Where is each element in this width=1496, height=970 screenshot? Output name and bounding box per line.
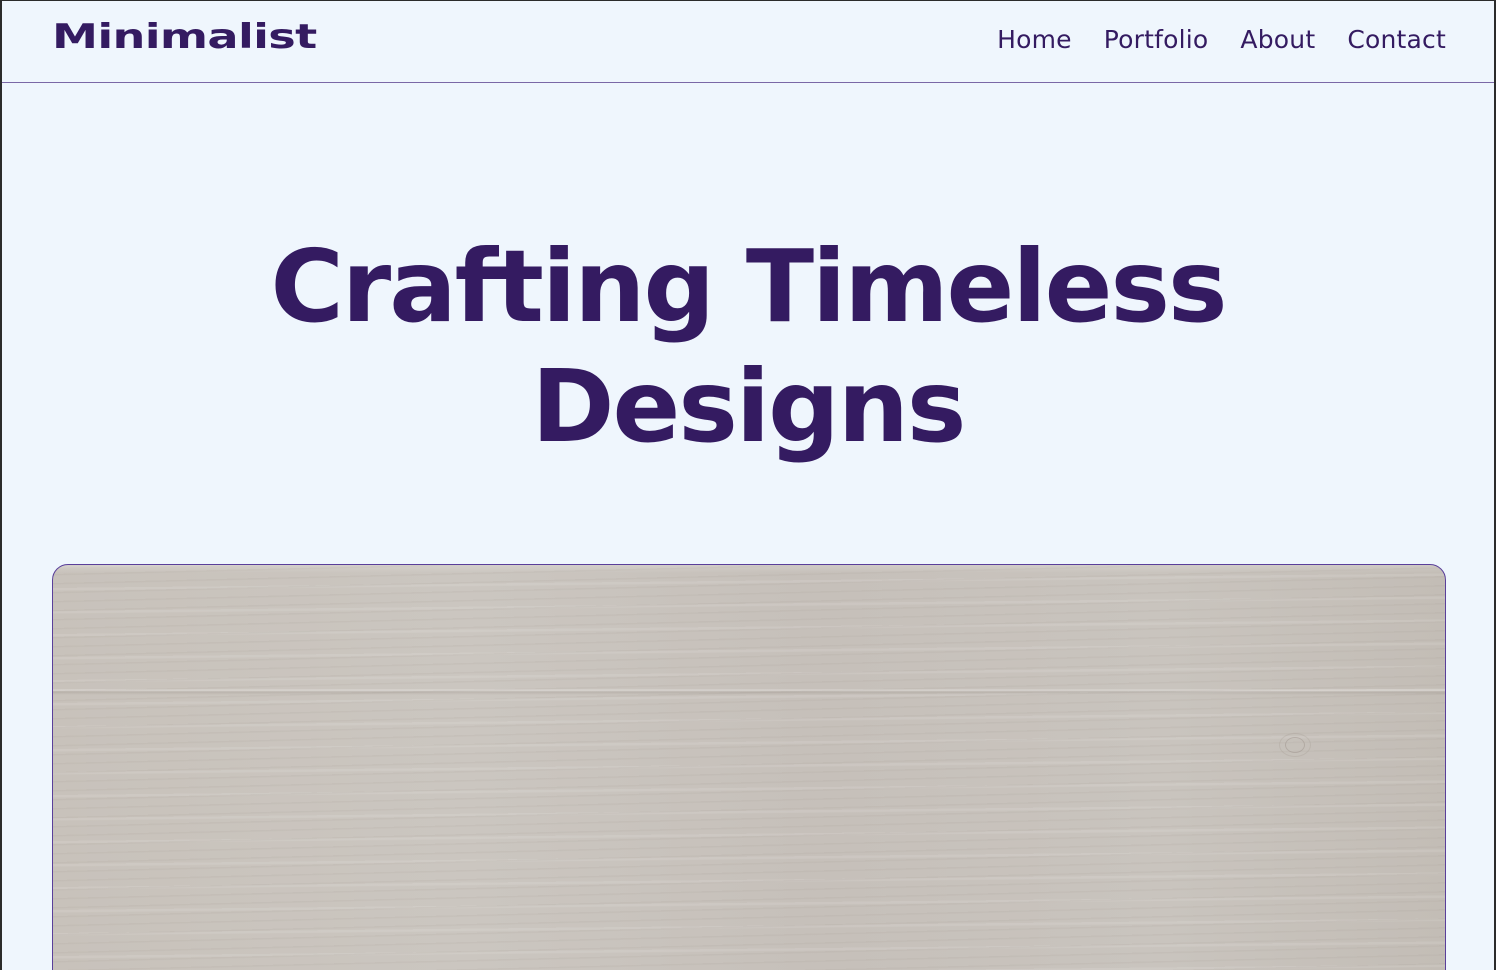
hero-image <box>52 564 1446 970</box>
hero-heading-line-2: Designs <box>531 348 967 465</box>
brand-logo[interactable]: Minimalist <box>52 17 317 57</box>
site-header: Minimalist Home Portfolio About Contact <box>2 1 1494 83</box>
wood-knot-ring <box>1279 733 1311 757</box>
hero-heading-line-1: Crafting Timeless <box>270 228 1227 345</box>
nav-link-portfolio[interactable]: Portfolio <box>1104 25 1209 54</box>
nav-link-home[interactable]: Home <box>997 25 1072 54</box>
nav-link-contact[interactable]: Contact <box>1347 25 1446 54</box>
hero-heading: Crafting Timeless Designs <box>2 227 1494 467</box>
page-frame: Minimalist Home Portfolio About Contact … <box>0 0 1496 970</box>
nav-link-about[interactable]: About <box>1240 25 1315 54</box>
main-nav: Home Portfolio About Contact <box>997 25 1446 54</box>
